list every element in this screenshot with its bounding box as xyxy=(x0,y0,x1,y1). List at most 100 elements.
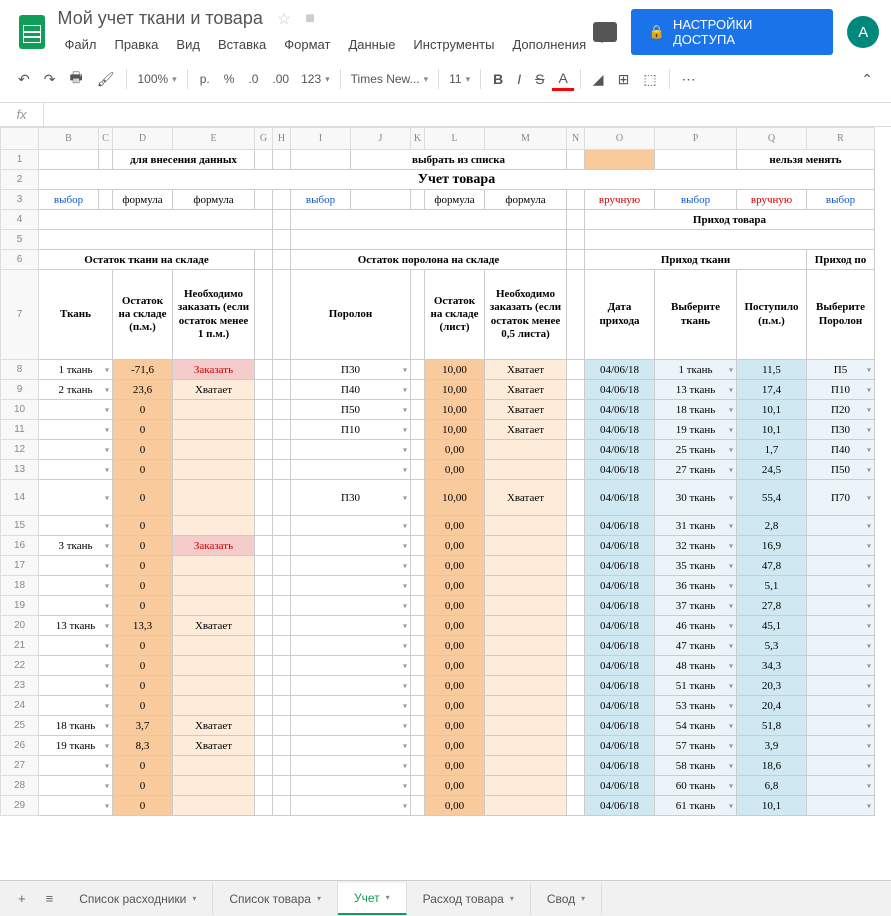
fabric-cell[interactable] xyxy=(39,440,113,460)
sheet-tab[interactable]: Список товара xyxy=(213,883,338,915)
foam-stock-cell[interactable]: 0,00 xyxy=(425,796,485,816)
received-cell[interactable]: 6,8 xyxy=(737,776,807,796)
select-foam-cell[interactable] xyxy=(807,736,875,756)
received-cell[interactable]: 34,3 xyxy=(737,656,807,676)
foam-stock-cell[interactable]: 0,00 xyxy=(425,716,485,736)
select-fabric-cell[interactable]: 13 ткань xyxy=(655,380,737,400)
sheet-tab[interactable]: Расход товара xyxy=(407,883,531,915)
more-button[interactable]: ⋯ xyxy=(676,66,702,93)
foam-stock-cell[interactable]: 10,00 xyxy=(425,400,485,420)
sheet-tab[interactable]: Учет xyxy=(338,883,407,915)
paint-format-icon[interactable]: 🖌 xyxy=(91,66,121,93)
doc-title[interactable]: Мой учет ткани и товара xyxy=(58,8,263,29)
fabric-cell[interactable] xyxy=(39,656,113,676)
foam-cell[interactable]: П30 xyxy=(291,360,411,380)
foam-stock-cell[interactable]: 0,00 xyxy=(425,736,485,756)
select-fabric-cell[interactable]: 25 ткань xyxy=(655,440,737,460)
date-cell[interactable]: 04/06/18 xyxy=(585,380,655,400)
foam-cell[interactable] xyxy=(291,776,411,796)
select-fabric-cell[interactable]: 18 ткань xyxy=(655,400,737,420)
dec-decrease-button[interactable]: .0 xyxy=(242,68,264,90)
date-cell[interactable]: 04/06/18 xyxy=(585,636,655,656)
date-cell[interactable]: 04/06/18 xyxy=(585,440,655,460)
received-cell[interactable]: 1,7 xyxy=(737,440,807,460)
date-cell[interactable]: 04/06/18 xyxy=(585,676,655,696)
italic-button[interactable]: I xyxy=(511,66,527,92)
stock-cell[interactable]: 13,3 xyxy=(113,616,173,636)
date-cell[interactable]: 04/06/18 xyxy=(585,716,655,736)
fabric-cell[interactable]: 3 ткань xyxy=(39,536,113,556)
foam-cell[interactable] xyxy=(291,796,411,816)
foam-cell[interactable] xyxy=(291,716,411,736)
stock-cell[interactable]: 0 xyxy=(113,756,173,776)
col-header[interactable]: E xyxy=(173,128,255,150)
foam-stock-cell[interactable]: 10,00 xyxy=(425,380,485,400)
select-fabric-cell[interactable]: 30 ткань xyxy=(655,480,737,516)
select-foam-cell[interactable]: П50 xyxy=(807,460,875,480)
folder-icon[interactable]: ■ xyxy=(305,10,315,28)
select-foam-cell[interactable] xyxy=(807,676,875,696)
sheet-tab[interactable]: Свод xyxy=(531,883,602,915)
fabric-cell[interactable]: 19 ткань xyxy=(39,736,113,756)
undo-icon[interactable]: ↶ xyxy=(12,66,36,93)
received-cell[interactable]: 10,1 xyxy=(737,400,807,420)
received-cell[interactable]: 3,9 xyxy=(737,736,807,756)
stock-cell[interactable]: 0 xyxy=(113,576,173,596)
foam-cell[interactable] xyxy=(291,636,411,656)
select-fabric-cell[interactable]: 35 ткань xyxy=(655,556,737,576)
select-fabric-cell[interactable]: 60 ткань xyxy=(655,776,737,796)
received-cell[interactable]: 16,9 xyxy=(737,536,807,556)
received-cell[interactable]: 47,8 xyxy=(737,556,807,576)
foam-stock-cell[interactable]: 0,00 xyxy=(425,676,485,696)
stock-cell[interactable]: 8,3 xyxy=(113,736,173,756)
menu-Формат[interactable]: Формат xyxy=(277,33,337,56)
foam-stock-cell[interactable]: 0,00 xyxy=(425,516,485,536)
date-cell[interactable]: 04/06/18 xyxy=(585,696,655,716)
date-cell[interactable]: 04/06/18 xyxy=(585,360,655,380)
borders-button[interactable]: ⊞ xyxy=(612,66,636,93)
select-foam-cell[interactable]: П30 xyxy=(807,420,875,440)
fabric-cell[interactable] xyxy=(39,676,113,696)
fabric-cell[interactable] xyxy=(39,796,113,816)
fabric-cell[interactable] xyxy=(39,400,113,420)
foam-cell[interactable]: П30 xyxy=(291,480,411,516)
add-sheet-button[interactable]: + xyxy=(8,885,36,912)
stock-cell[interactable]: 0 xyxy=(113,516,173,536)
col-header[interactable]: H xyxy=(273,128,291,150)
select-foam-cell[interactable] xyxy=(807,516,875,536)
select-fabric-cell[interactable]: 1 ткань xyxy=(655,360,737,380)
stock-cell[interactable]: 0 xyxy=(113,796,173,816)
share-button[interactable]: 🔒 НАСТРОЙКИ ДОСТУПА xyxy=(631,9,834,55)
stock-cell[interactable]: 0 xyxy=(113,480,173,516)
col-header[interactable]: M xyxy=(485,128,567,150)
foam-stock-cell[interactable]: 0,00 xyxy=(425,440,485,460)
foam-cell[interactable] xyxy=(291,756,411,776)
print-icon[interactable]: 🖶 xyxy=(63,62,88,96)
merge-button[interactable]: ⬚ xyxy=(637,66,662,93)
col-header[interactable]: B xyxy=(39,128,99,150)
foam-cell[interactable]: П10 xyxy=(291,420,411,440)
received-cell[interactable]: 5,1 xyxy=(737,576,807,596)
foam-cell[interactable]: П40 xyxy=(291,380,411,400)
foam-stock-cell[interactable]: 0,00 xyxy=(425,616,485,636)
foam-cell[interactable] xyxy=(291,596,411,616)
stock-cell[interactable]: 23,6 xyxy=(113,380,173,400)
col-header[interactable]: K xyxy=(411,128,425,150)
select-foam-cell[interactable]: П5 xyxy=(807,360,875,380)
received-cell[interactable]: 5,3 xyxy=(737,636,807,656)
fabric-cell[interactable]: 1 ткань xyxy=(39,360,113,380)
foam-cell[interactable] xyxy=(291,460,411,480)
select-fabric-cell[interactable]: 46 ткань xyxy=(655,616,737,636)
foam-cell[interactable] xyxy=(291,696,411,716)
foam-stock-cell[interactable]: 0,00 xyxy=(425,556,485,576)
date-cell[interactable]: 04/06/18 xyxy=(585,796,655,816)
col-header[interactable]: N xyxy=(567,128,585,150)
received-cell[interactable]: 27,8 xyxy=(737,596,807,616)
col-header[interactable]: P xyxy=(655,128,737,150)
select-fabric-cell[interactable]: 53 ткань xyxy=(655,696,737,716)
date-cell[interactable]: 04/06/18 xyxy=(585,736,655,756)
avatar[interactable]: A xyxy=(847,16,879,48)
stock-cell[interactable]: 0 xyxy=(113,656,173,676)
select-fabric-cell[interactable]: 58 ткань xyxy=(655,756,737,776)
select-foam-cell[interactable] xyxy=(807,776,875,796)
